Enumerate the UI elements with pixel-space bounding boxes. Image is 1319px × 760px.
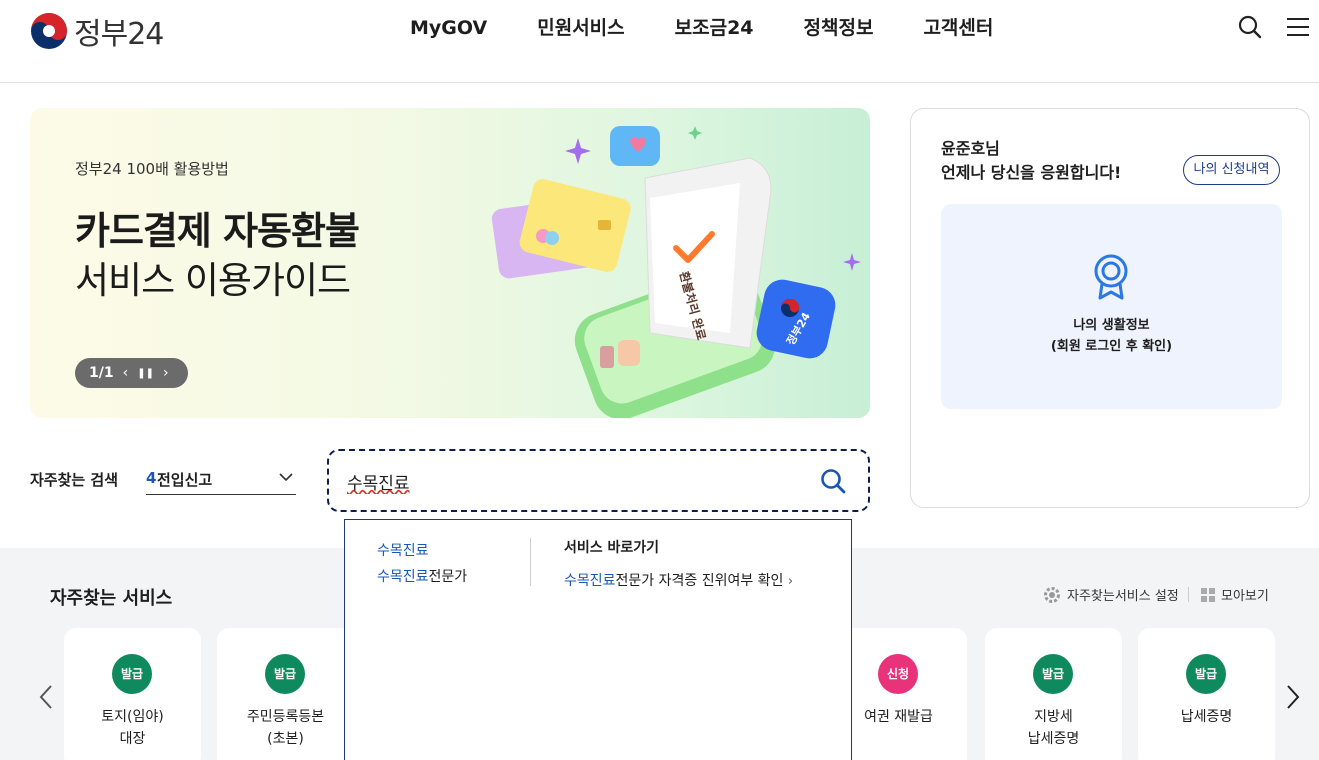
promo-banner[interactable]: 정부24 100배 활용방법 카드결제 자동환불 서비스 이용가이드 1/1 ‹…	[30, 108, 870, 418]
chevron-right-icon: ›	[787, 574, 794, 589]
keyword-rank: 4	[146, 469, 157, 487]
shortcut-match: 수목진료	[564, 573, 616, 589]
suggestion-list: 수목진료 수목진료전문가	[377, 538, 467, 590]
search-input[interactable]	[347, 467, 807, 495]
suggestion-match: 수목진료	[377, 543, 429, 559]
life-info-box[interactable]: 나의 생활정보 (회원 로그인 후 확인)	[941, 204, 1282, 409]
suggestion-item[interactable]: 수목진료	[377, 538, 467, 564]
nav-customer-center[interactable]: 고객센터	[898, 15, 1018, 41]
banner-page-indicator: 1/1	[89, 365, 114, 381]
nav-civil-service[interactable]: 민원서비스	[512, 15, 649, 41]
service-name: 지방세 납세증명	[1027, 709, 1080, 747]
greeting-message: 언제나 당신을 응원합니다!	[941, 163, 1122, 182]
nav-policy-info[interactable]: 정책정보	[779, 15, 899, 41]
banner-pager: 1/1 ‹ ❚❚ ›	[75, 358, 188, 388]
service-shortcut-panel: 서비스 바로가기 수목진료전문가 자격증 진위여부 확인 ›	[564, 538, 793, 590]
my-applications-button[interactable]: 나의 신청내역	[1183, 155, 1280, 185]
chevron-down-icon	[279, 473, 293, 482]
service-badge: 발급	[1033, 654, 1073, 694]
service-name: 주민등록등본 (초본)	[246, 709, 325, 747]
chevron-left-icon[interactable]: ‹	[123, 365, 129, 381]
service-badge: 신청	[878, 654, 918, 694]
suggestion-rest: 전문가	[428, 569, 468, 585]
search-submit-icon[interactable]	[819, 467, 847, 495]
chevron-left-icon[interactable]	[38, 684, 54, 710]
award-icon	[1094, 254, 1128, 300]
site-header: 정부24 MyGOV 민원서비스 보조금24 정책정보 고객센터	[0, 0, 1319, 83]
setting-label: 자주찾는서비스 설정	[1067, 589, 1179, 604]
view-all-label: 모아보기	[1221, 589, 1269, 604]
user-greeting: 윤준호님 언제나 당신을 응원합니다!	[941, 137, 1121, 185]
nav-mygov[interactable]: MyGOV	[385, 15, 512, 41]
suggestion-item[interactable]: 수목진료전문가	[377, 564, 467, 590]
suggestion-match: 수목진료	[377, 569, 429, 585]
shortcut-rest: 전문가 자격증 진위여부 확인	[615, 573, 784, 589]
service-card[interactable]: 발급 토지(임야) 대장	[64, 628, 201, 760]
shortcut-link[interactable]: 수목진료전문가 자격증 진위여부 확인 ›	[564, 570, 793, 590]
shortcut-heading: 서비스 바로가기	[564, 540, 660, 556]
chevron-right-icon[interactable]	[1285, 684, 1301, 710]
chevron-right-icon[interactable]: ›	[163, 365, 169, 381]
main-nav: MyGOV 민원서비스 보조금24 정책정보 고객센터	[385, 15, 1018, 41]
dropdown-divider	[530, 538, 531, 586]
user-card: 윤준호님 언제나 당신을 응원합니다! 나의 신청내역 나의 생활정보 (회원 …	[910, 108, 1310, 508]
logo-text: 정부24	[74, 17, 164, 52]
search-icon[interactable]	[1237, 14, 1263, 40]
view-all-button[interactable]: 모아보기	[1201, 585, 1269, 604]
greeting-name: 윤준호님	[941, 139, 1000, 158]
life-info-note: (회원 로그인 후 확인)	[1050, 339, 1173, 354]
service-badge: 발급	[1186, 654, 1226, 694]
frequent-services-setting[interactable]: 자주찾는서비스 설정	[1043, 585, 1179, 604]
service-name: 납세증명	[1180, 709, 1233, 725]
site-logo[interactable]: 정부24	[30, 9, 164, 53]
service-card[interactable]: 발급 주민등록등본 (초본)	[217, 628, 354, 760]
service-name: 토지(임야) 대장	[101, 709, 164, 747]
service-card[interactable]: 발급 지방세 납세증명	[985, 628, 1122, 760]
frequent-services-title: 자주찾는 서비스	[50, 588, 173, 609]
gear-icon	[1044, 586, 1060, 603]
pause-icon[interactable]: ❚❚	[137, 368, 154, 379]
menu-icon[interactable]	[1285, 14, 1311, 40]
nav-subsidy24[interactable]: 보조금24	[650, 15, 779, 41]
banner-title: 카드결제 자동환불	[75, 209, 360, 253]
toolbar-divider	[1188, 587, 1189, 602]
frequent-keyword-select[interactable]: 4 전입신고	[146, 463, 296, 495]
banner-subtitle: 서비스 이용가이드	[75, 259, 351, 302]
banner-kicker: 정부24 100배 활용방법	[75, 160, 229, 178]
service-badge: 발급	[265, 654, 305, 694]
autocomplete-dropdown: 수목진료 수목진료전문가 서비스 바로가기 수목진료전문가 자격증 진위여부 확…	[344, 519, 852, 760]
taegeuk-icon	[31, 13, 67, 49]
service-card[interactable]: 발급 납세증명	[1138, 628, 1275, 760]
life-info-title: 나의 생활정보	[1073, 318, 1150, 333]
service-badge: 발급	[112, 654, 152, 694]
search-box	[327, 449, 870, 512]
keyword-value: 전입신고	[157, 471, 213, 489]
frequent-search-label: 자주찾는 검색	[30, 471, 119, 489]
refund-illustration: 환불처리 완료 정부24	[491, 126, 861, 418]
grid-icon	[1201, 587, 1215, 602]
